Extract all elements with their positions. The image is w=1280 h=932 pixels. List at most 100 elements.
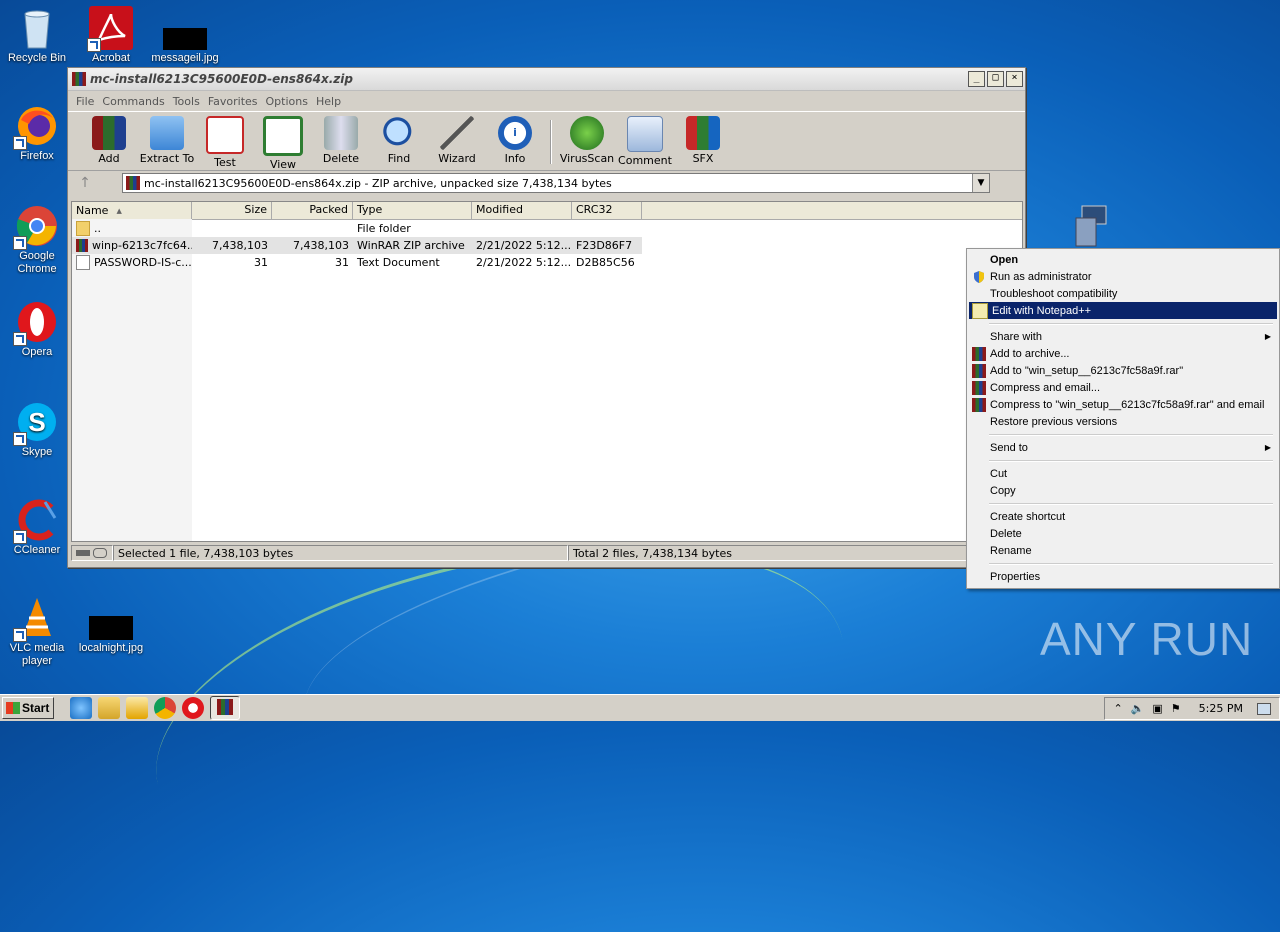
winrar-icon	[72, 72, 86, 86]
test-button[interactable]: Test	[196, 116, 254, 169]
chrome-taskbar-icon[interactable]	[154, 697, 176, 719]
menu-help[interactable]: Help	[316, 95, 341, 108]
winrar-icon	[972, 363, 986, 378]
extract-to-button[interactable]: Extract To	[138, 116, 196, 165]
desktop-icon-label: Skype	[21, 446, 53, 458]
desktop-icon-messageil[interactable]: messageil.jpg	[148, 6, 222, 65]
explorer-icon[interactable]	[98, 697, 120, 719]
menu-item-troubleshoot[interactable]: Troubleshoot compatibility	[969, 285, 1277, 302]
desktop-icon-chrome[interactable]: Google Chrome	[0, 204, 74, 276]
menu-item-properties[interactable]: Properties	[969, 568, 1277, 585]
magic-wand-icon	[440, 116, 474, 150]
table-row[interactable]: winp-6213c7fc64... 7,438,103 7,438,103 W…	[72, 237, 642, 254]
maximize-button[interactable]: □	[987, 71, 1004, 87]
column-crc32[interactable]: CRC32	[572, 202, 642, 219]
start-button[interactable]: Start	[2, 697, 54, 719]
menu-item-add-to-archive[interactable]: Add to archive...	[969, 345, 1277, 362]
virusscan-button[interactable]: VirusScan	[558, 116, 616, 165]
up-arrow-icon[interactable]: ↑	[74, 173, 96, 193]
close-button[interactable]: ×	[1006, 71, 1023, 87]
menu-file[interactable]: File	[76, 95, 94, 108]
flag-icon[interactable]: ⚑	[1171, 702, 1181, 715]
menu-commands[interactable]: Commands	[102, 95, 164, 108]
tool-label: Add	[98, 152, 120, 165]
menu-item-run-as-admin[interactable]: Run as administrator	[969, 268, 1277, 285]
minimize-button[interactable]: _	[968, 71, 985, 87]
table-row[interactable]: .. File folder	[72, 220, 1022, 237]
menu-item-add-to-rar[interactable]: Add to "win_setup__6213c7fc58a9f.rar"	[969, 362, 1277, 379]
menu-item-rename[interactable]: Rename	[969, 542, 1277, 559]
svg-text:S: S	[28, 407, 45, 437]
opera-taskbar-icon[interactable]	[182, 697, 204, 719]
desktop-icon-vlc[interactable]: VLC media player	[0, 596, 74, 668]
menu-item-send-to[interactable]: Send to ▶	[969, 439, 1277, 456]
program-icon[interactable]	[1068, 204, 1112, 248]
desktop-icon-label: Firefox	[20, 150, 54, 162]
desktop-icon-skype[interactable]: S Skype	[0, 400, 74, 459]
tool-label: Comment	[618, 154, 672, 167]
desktop-icon-ccleaner[interactable]: CCleaner	[0, 498, 74, 557]
find-button[interactable]: Find	[370, 116, 428, 165]
book-icon	[263, 116, 303, 156]
desktop-icon-recycle-bin[interactable]: Recycle Bin	[0, 6, 74, 65]
windows-flag-icon	[6, 702, 20, 714]
column-name[interactable]: Name ▲	[72, 202, 192, 219]
table-row[interactable]: PASSWORD-IS-c... 31 31 Text Document 2/2…	[72, 254, 1022, 271]
desktop-icon-acrobat[interactable]: Acrobat	[74, 6, 148, 65]
status-bar: Selected 1 file, 7,438,103 bytes Total 2…	[71, 545, 1021, 563]
menu-item-delete[interactable]: Delete	[969, 525, 1277, 542]
taskbar: Start ⌃ 🔈 ▣ ⚑ 5:25 PM	[0, 694, 1280, 721]
drive-icon[interactable]	[71, 545, 113, 561]
menu-item-edit-notepadpp[interactable]: Edit with Notepad++	[969, 302, 1277, 319]
volume-icon[interactable]: 🔈	[1131, 702, 1145, 715]
column-packed[interactable]: Packed	[272, 202, 353, 219]
info-button[interactable]: i Info	[486, 116, 544, 165]
menu-item-copy[interactable]: Copy	[969, 482, 1277, 499]
desktop-icon-firefox[interactable]: Firefox	[0, 104, 74, 163]
column-type[interactable]: Type	[353, 202, 472, 219]
desktop-icon-opera[interactable]: Opera	[0, 300, 74, 359]
menu-item-share-with[interactable]: Share with ▶	[969, 328, 1277, 345]
menu-favorites[interactable]: Favorites	[208, 95, 258, 108]
column-size[interactable]: Size	[192, 202, 272, 219]
path-text: mc-install6213C95600E0D-ens864x.zip - ZI…	[144, 176, 612, 190]
comment-button[interactable]: Comment	[616, 116, 674, 167]
menu-options[interactable]: Options	[266, 95, 308, 108]
ie-icon[interactable]	[70, 697, 92, 719]
menu-item-create-shortcut[interactable]: Create shortcut	[969, 508, 1277, 525]
menu-item-open[interactable]: Open	[969, 251, 1277, 268]
view-button[interactable]: View	[254, 116, 312, 171]
virus-icon	[570, 116, 604, 150]
add-button[interactable]: Add	[80, 116, 138, 165]
system-tray: ⌃ 🔈 ▣ ⚑ 5:25 PM	[1104, 697, 1280, 720]
desktop-icon-label: Recycle Bin	[7, 52, 67, 64]
add-archive-icon	[92, 116, 126, 150]
desktop-icon-localnight[interactable]: localnight.jpg	[74, 596, 148, 655]
wizard-button[interactable]: Wizard	[428, 116, 486, 165]
menu-item-cut[interactable]: Cut	[969, 465, 1277, 482]
show-desktop-icon[interactable]	[1257, 702, 1271, 715]
chevron-down-icon[interactable]: ▼	[972, 174, 989, 192]
desktop-icon-label: Acrobat	[92, 52, 130, 64]
path-combobox[interactable]: mc-install6213C95600E0D-ens864x.zip - ZI…	[122, 173, 990, 193]
zip-archive-icon	[76, 239, 88, 252]
archive-icon	[126, 176, 140, 190]
winrar-taskbar-button[interactable]	[210, 696, 240, 720]
delete-button[interactable]: Delete	[312, 116, 370, 165]
clock[interactable]: 5:25 PM	[1199, 702, 1243, 715]
window-title: mc-install6213C95600E0D-ens864x.zip	[90, 72, 353, 86]
menu-item-compress-email[interactable]: Compress and email...	[969, 379, 1277, 396]
shortcut-arrow-icon	[13, 530, 27, 544]
text-document-icon	[76, 255, 90, 270]
menu-tools[interactable]: Tools	[173, 95, 200, 108]
menu-item-restore-versions[interactable]: Restore previous versions	[969, 413, 1277, 430]
network-icon[interactable]: ▣	[1152, 702, 1162, 715]
sfx-button[interactable]: SFX	[674, 116, 732, 165]
column-modified[interactable]: Modified	[472, 202, 572, 219]
tray-expand-icon[interactable]: ⌃	[1113, 702, 1122, 715]
shortcut-arrow-icon	[87, 38, 101, 52]
media-player-icon[interactable]	[126, 697, 148, 719]
menu-item-compress-to-rar-email[interactable]: Compress to "win_setup__6213c7fc58a9f.ra…	[969, 396, 1277, 413]
context-menu: Open Run as administrator Troubleshoot c…	[966, 248, 1280, 589]
title-bar[interactable]: mc-install6213C95600E0D-ens864x.zip _ □ …	[68, 68, 1025, 91]
